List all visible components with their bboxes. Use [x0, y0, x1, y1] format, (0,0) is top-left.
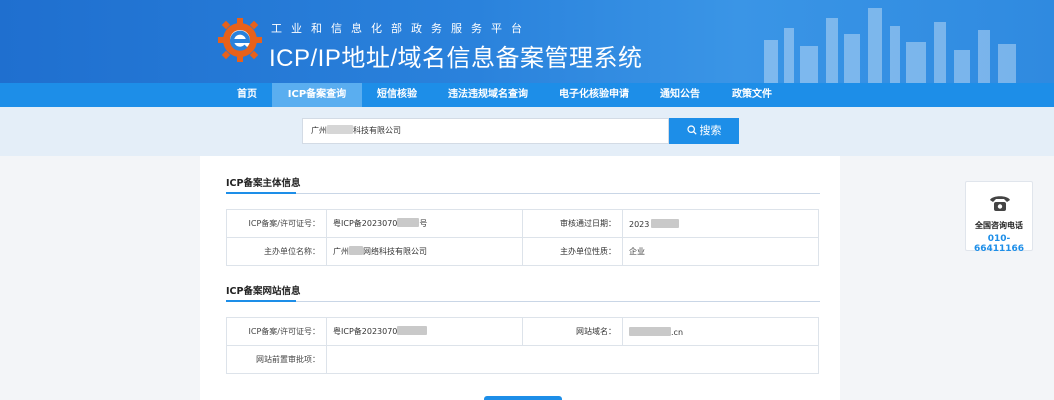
- approval-date-value: 2023: [622, 209, 819, 238]
- header-title: ICP/IP地址/域名信息备案管理系统: [269, 45, 643, 72]
- organizer-type-value: 企业: [622, 237, 819, 266]
- redacted-text: [327, 125, 353, 134]
- nav-icp-query[interactable]: ICP备案查询: [272, 83, 362, 107]
- table-row: 网站前置审批项：: [226, 345, 819, 374]
- nav-announcements[interactable]: 通知公告: [644, 83, 716, 107]
- nav-illegal-domain-query[interactable]: 违法违规域名查询: [432, 83, 544, 107]
- pre-approval-label: 网站前置审批项：: [226, 345, 327, 374]
- table-row: ICP备案/许可证号： 粤ICP备2023070 号 审核通过日期： 2023: [226, 209, 819, 238]
- detail-button[interactable]: [484, 396, 562, 400]
- main-nav: 首页 ICP备案查询 短信核验 违法违规域名查询 电子化核验申请 通知公告 政策…: [0, 83, 1054, 107]
- icp-license-label: ICP备案/许可证号：: [226, 209, 327, 238]
- miit-logo-icon: [218, 18, 262, 62]
- icp-license-value: 粤ICP备2023070 号: [326, 209, 523, 238]
- result-panel: ICP备案主体信息 ICP备案/许可证号： 粤ICP备2023070 号 审核通过…: [200, 156, 840, 400]
- website-icp-license-label: ICP备案/许可证号：: [226, 317, 327, 346]
- nav-home[interactable]: 首页: [222, 83, 272, 107]
- organizer-name-label: 主办单位名称：: [226, 237, 327, 266]
- site-header: 工业和信息化部政务服务平台 ICP/IP地址/域名信息备案管理系统: [0, 0, 1054, 83]
- approval-date-label: 审核通过日期：: [522, 209, 623, 238]
- search-icon: [686, 125, 697, 135]
- website-info-table: ICP备案/许可证号： 粤ICP备2023070 网站域名： .cn 网站前置审…: [226, 317, 819, 374]
- table-row: 主办单位名称： 广州 网络科技有限公司 主办单位性质： 企业: [226, 237, 819, 266]
- telephone-icon: [990, 196, 1010, 211]
- search-bar: 广州 科技有限公司 搜索: [0, 107, 1054, 156]
- organizer-name-value: 广州 网络科技有限公司: [326, 237, 523, 266]
- hotline-label: 全国咨询电话: [975, 221, 1023, 230]
- domain-label: 网站域名：: [522, 317, 623, 346]
- section-divider: [226, 192, 820, 194]
- city-skyline-decoration: [764, 8, 1016, 83]
- nav-sms-verify[interactable]: 短信核验: [362, 83, 432, 107]
- subject-section-title: ICP备案主体信息: [226, 178, 301, 189]
- search-input[interactable]: 广州 科技有限公司: [302, 118, 669, 144]
- hotline-number: 010-66411166: [973, 234, 1025, 254]
- nav-policy-documents[interactable]: 政策文件: [716, 83, 788, 107]
- table-row: ICP备案/许可证号： 粤ICP备2023070 网站域名： .cn: [226, 317, 819, 346]
- nav-electronic-verify[interactable]: 电子化核验申请: [544, 83, 644, 107]
- hotline-widget[interactable]: 全国咨询电话 010-66411166: [965, 181, 1033, 254]
- subject-info-table: ICP备案/许可证号： 粤ICP备2023070 号 审核通过日期： 2023 主…: [226, 209, 819, 266]
- header-subtitle: 工业和信息化部政务服务平台: [271, 22, 531, 35]
- pre-approval-value: [326, 345, 819, 374]
- search-button[interactable]: 搜索: [669, 118, 739, 144]
- organizer-type-label: 主办单位性质：: [522, 237, 623, 266]
- website-icp-license-value: 粤ICP备2023070: [326, 317, 523, 346]
- website-section-title: ICP备案网站信息: [226, 286, 301, 297]
- section-divider: [226, 300, 820, 302]
- domain-value: .cn: [622, 317, 819, 346]
